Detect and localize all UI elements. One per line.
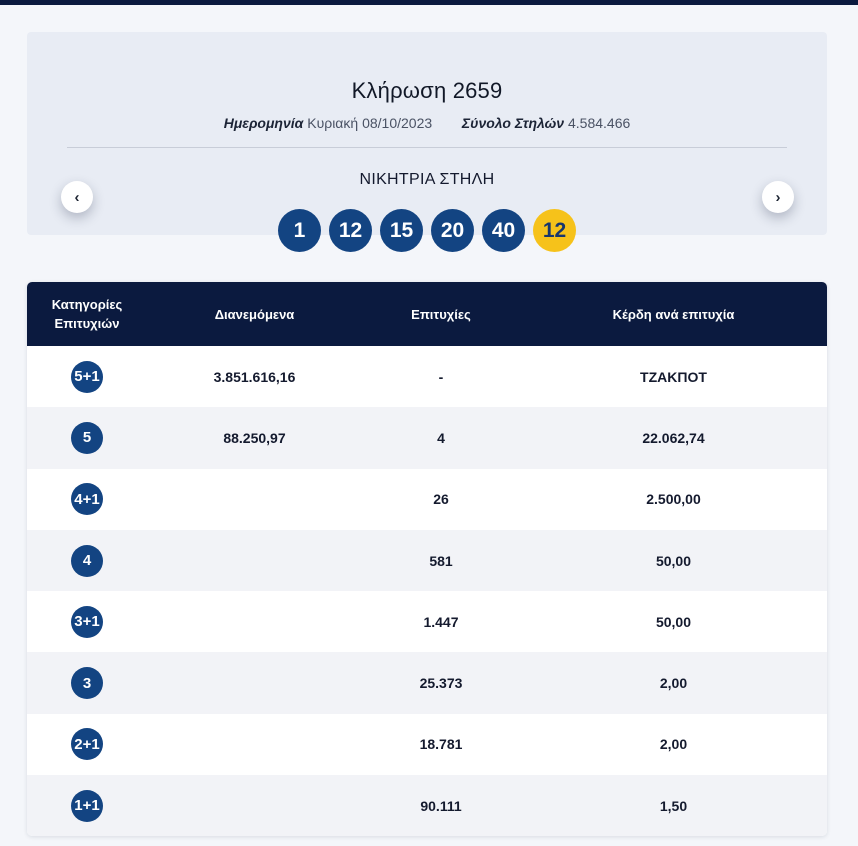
distributed-cell [147, 775, 362, 836]
distributed-cell [147, 652, 362, 713]
winners-cell: 25.373 [419, 675, 463, 692]
number-ball: 20 [431, 209, 474, 252]
winning-column-label: ΝΙΚΗΤΡΙΑ ΣΤΗΛΗ [359, 171, 495, 188]
winners-cell: - [438, 368, 444, 385]
winners-cell: 90.111 [420, 797, 462, 814]
header-winners: Επιτυχίες [411, 306, 471, 322]
category-badge: 1+1 [71, 789, 103, 822]
header-categories: Κατηγορίες Επιτυχιών [51, 297, 123, 331]
distributed-cell [147, 469, 362, 530]
table-header: Κατηγορίες Επιτυχιών Διανεμόμενα Επιτυχί… [27, 282, 827, 346]
number-ball: 1 [278, 209, 321, 252]
header-prize: Κέρδη ανά επιτυχία [612, 306, 735, 322]
distributed-cell: 88.250,97 [223, 429, 286, 446]
total-value: 4.584.466 [567, 115, 631, 131]
table-row: 5+1 3.851.616,16 - ΤΖΑΚΠΟΤ [27, 346, 827, 407]
prize-cell: 50,00 [655, 613, 692, 630]
divider [67, 147, 787, 148]
date-label: Ημερομηνία [223, 115, 304, 131]
top-rule [0, 0, 858, 5]
category-badge: 5+1 [71, 360, 103, 393]
bonus-ball: 12 [533, 209, 576, 252]
winners-cell: 18.781 [419, 736, 463, 753]
draw-summary-card: Κλήρωση 2659 Ημερομηνία Κυριακή 08/10/20… [27, 32, 827, 252]
prize-cell: 50,00 [655, 552, 692, 569]
prize-cell: 1,50 [659, 797, 688, 814]
previous-draw-button[interactable]: ‹ [61, 181, 93, 213]
distributed-cell [147, 714, 362, 775]
header-distributed: Διανεμόμενα [214, 306, 295, 322]
number-ball: 40 [482, 209, 525, 252]
prize-cell: 2.500,00 [646, 491, 701, 508]
category-badge: 5 [71, 421, 103, 454]
table-row: 3 25.373 2,00 [27, 652, 827, 714]
winners-cell: 581 [429, 552, 453, 569]
table-row: 3+1 1.447 50,00 [27, 591, 827, 652]
chevron-left-icon: ‹ [74, 188, 80, 206]
prize-cell: ΤΖΑΚΠΟΤ [640, 368, 707, 385]
next-draw-button[interactable]: › [762, 181, 794, 213]
table-row: 4+1 26 2.500,00 [27, 469, 827, 530]
winners-cell: 1.447 [423, 613, 459, 630]
category-badge: 3 [71, 667, 103, 700]
distributed-cell [147, 530, 362, 591]
table-row: 5 88.250,97 4 22.062,74 [27, 407, 827, 469]
category-badge: 4+1 [71, 483, 103, 516]
category-badge: 4 [71, 544, 103, 577]
distributed-cell [147, 591, 362, 652]
table-row: 4 581 50,00 [27, 529, 827, 592]
table-row: 2+1 18.781 2,00 [27, 714, 827, 775]
draw-title: Κλήρωση 2659 [351, 78, 503, 103]
number-ball: 12 [329, 209, 372, 252]
total-label: Σύνολο Στηλών [461, 115, 565, 131]
prize-table: Κατηγορίες Επιτυχιών Διανεμόμενα Επιτυχί… [27, 282, 827, 836]
draw-meta: Ημερομηνία Κυριακή 08/10/2023 Σύνολο Στη… [27, 115, 827, 131]
prize-cell: 2,00 [659, 736, 688, 753]
prize-cell: 22.062,74 [642, 429, 705, 446]
winners-cell: 26 [433, 491, 449, 508]
table-row: 1+1 90.111 1,50 [27, 775, 827, 836]
winning-numbers: 1 12 15 20 40 12 [278, 209, 576, 252]
category-badge: 2+1 [71, 728, 103, 761]
chevron-right-icon: › [775, 188, 781, 206]
number-ball: 15 [380, 209, 423, 252]
table-body: 5+1 3.851.616,16 - ΤΖΑΚΠΟΤ 5 88.250,97 4… [27, 346, 827, 836]
category-badge: 3+1 [71, 605, 103, 638]
prize-cell: 2,00 [659, 675, 688, 692]
distributed-cell: 3.851.616,16 [213, 368, 296, 385]
winners-cell: 4 [437, 429, 445, 446]
date-value: Κυριακή 08/10/2023 [307, 115, 433, 131]
